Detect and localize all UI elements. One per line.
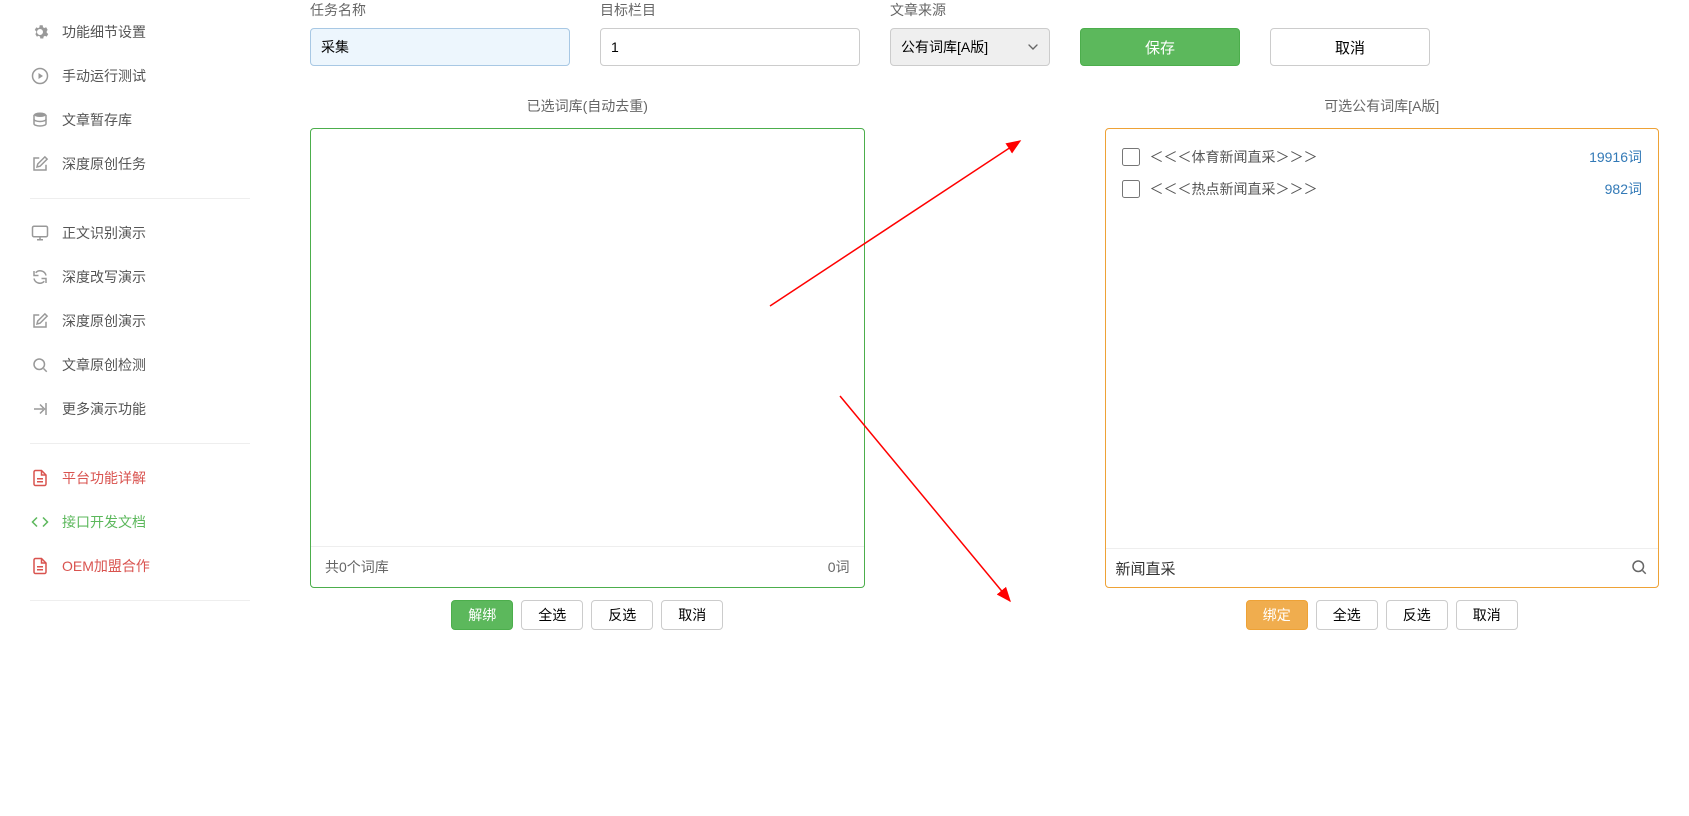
available-panel-title: 可选公有词库[A版] — [1324, 96, 1439, 116]
sidebar-item-label: 深度原创演示 — [62, 311, 146, 331]
task-name-label: 任务名称 — [310, 0, 570, 20]
available-button-row: 绑定 全选 反选 取消 — [1246, 600, 1518, 630]
target-column-group: 目标栏目 — [600, 0, 860, 66]
play-icon — [30, 66, 50, 86]
search-icon[interactable] — [1630, 558, 1648, 579]
refresh-icon — [30, 267, 50, 287]
source-group: 文章来源 公有词库[A版] — [890, 0, 1050, 66]
cancel-sel-button[interactable]: 取消 — [661, 600, 723, 630]
sidebar-item-label: 深度原创任务 — [62, 154, 146, 174]
file-icon — [30, 556, 50, 576]
available-panel-body: ＜＜＜体育新闻直采＞＞＞ 19916词 ＜＜＜热点新闻直采＞＞＞ 982词 — [1106, 129, 1659, 548]
divider — [30, 198, 250, 199]
selected-words-label: 0词 — [828, 557, 850, 577]
sidebar-item-label: 手动运行测试 — [62, 66, 146, 86]
sidebar-item-label: 接口开发文档 — [62, 512, 146, 532]
selected-panel-footer: 共0个词库 0词 — [311, 546, 864, 587]
lib-item[interactable]: ＜＜＜体育新闻直采＞＞＞ 19916词 — [1118, 141, 1647, 173]
sidebar-item-rewrite-demo[interactable]: 深度改写演示 — [30, 255, 250, 299]
share-icon — [30, 399, 50, 419]
gear-icon — [30, 22, 50, 42]
divider — [30, 443, 250, 444]
lib-item[interactable]: ＜＜＜热点新闻直采＞＞＞ 982词 — [1118, 173, 1647, 205]
code-icon — [30, 512, 50, 532]
panels-wrap: 已选词库(自动去重) 共0个词库 0词 解绑 全选 反选 取消 可选公有词库[A… — [310, 96, 1659, 630]
sidebar-item-oem[interactable]: OEM加盟合作 — [30, 544, 250, 588]
search-icon — [30, 355, 50, 375]
sidebar-item-api-docs[interactable]: 接口开发文档 — [30, 500, 250, 544]
target-column-label: 目标栏目 — [600, 0, 860, 20]
invert-button[interactable]: 反选 — [591, 600, 653, 630]
sidebar-item-manual-run[interactable]: 手动运行测试 — [30, 54, 250, 98]
lib-name: ＜＜＜体育新闻直采＞＞＞ — [1150, 147, 1590, 167]
sidebar-item-label: 文章暂存库 — [62, 110, 132, 130]
sidebar-item-deep-original-task[interactable]: 深度原创任务 — [30, 142, 250, 186]
target-column-input[interactable] — [600, 28, 860, 66]
selected-button-row: 解绑 全选 反选 取消 — [451, 600, 723, 630]
lib-count: 982词 — [1605, 179, 1642, 199]
edit-icon — [30, 154, 50, 174]
sidebar-item-more-demo[interactable]: 更多演示功能 — [30, 387, 250, 431]
available-libs-panel: 可选公有词库[A版] ＜＜＜体育新闻直采＞＞＞ 19916词 ＜＜＜热点新闻直采… — [1105, 96, 1660, 630]
unbind-button[interactable]: 解绑 — [451, 600, 513, 630]
select-all-button[interactable]: 全选 — [521, 600, 583, 630]
task-name-input[interactable] — [310, 28, 570, 66]
lib-search-input[interactable] — [1116, 549, 1631, 587]
lib-checkbox[interactable] — [1122, 180, 1140, 198]
sidebar-item-body-demo[interactable]: 正文识别演示 — [30, 211, 250, 255]
selected-libs-panel: 已选词库(自动去重) 共0个词库 0词 解绑 全选 反选 取消 — [310, 96, 865, 630]
lib-count: 19916词 — [1589, 147, 1642, 167]
available-panel-footer — [1106, 548, 1659, 587]
task-name-group: 任务名称 — [310, 0, 570, 66]
sidebar-item-label: 深度改写演示 — [62, 267, 146, 287]
selected-panel-box: 共0个词库 0词 — [310, 128, 865, 588]
lib-checkbox[interactable] — [1122, 148, 1140, 166]
selected-count-label: 共0个词库 — [325, 557, 389, 577]
bind-button[interactable]: 绑定 — [1246, 600, 1308, 630]
main-content: 任务名称 目标栏目 文章来源 公有词库[A版] 保存 取消 已选词库(自动去重) — [280, 0, 1689, 630]
sidebar-item-label: 功能细节设置 — [62, 22, 146, 42]
sidebar-item-plagiarism-check[interactable]: 文章原创检测 — [30, 343, 250, 387]
sidebar: 功能细节设置 手动运行测试 文章暂存库 深度原创任务 正文识别演示 — [0, 0, 280, 630]
sidebar-item-label: 更多演示功能 — [62, 399, 146, 419]
sidebar-item-label: OEM加盟合作 — [62, 556, 150, 576]
sidebar-item-platform-docs[interactable]: 平台功能详解 — [30, 456, 250, 500]
source-select[interactable]: 公有词库[A版] — [890, 28, 1050, 66]
lib-name: ＜＜＜热点新闻直采＞＞＞ — [1150, 179, 1605, 199]
file-icon — [30, 468, 50, 488]
available-panel-box: ＜＜＜体育新闻直采＞＞＞ 19916词 ＜＜＜热点新闻直采＞＞＞ 982词 — [1105, 128, 1660, 588]
source-label: 文章来源 — [890, 0, 1050, 20]
sidebar-item-label: 正文识别演示 — [62, 223, 146, 243]
cancel-avail-button[interactable]: 取消 — [1456, 600, 1518, 630]
select-all-button[interactable]: 全选 — [1316, 600, 1378, 630]
selected-panel-body — [311, 129, 864, 546]
form-row: 任务名称 目标栏目 文章来源 公有词库[A版] 保存 取消 — [310, 0, 1659, 66]
invert-button[interactable]: 反选 — [1386, 600, 1448, 630]
edit-icon — [30, 311, 50, 331]
selected-panel-title: 已选词库(自动去重) — [527, 96, 648, 116]
sidebar-item-settings[interactable]: 功能细节设置 — [30, 10, 250, 54]
sidebar-item-article-storage[interactable]: 文章暂存库 — [30, 98, 250, 142]
sidebar-item-label: 平台功能详解 — [62, 468, 146, 488]
database-icon — [30, 110, 50, 130]
cancel-button[interactable]: 取消 — [1270, 28, 1430, 66]
sidebar-item-original-demo[interactable]: 深度原创演示 — [30, 299, 250, 343]
save-button[interactable]: 保存 — [1080, 28, 1240, 66]
sidebar-item-label: 文章原创检测 — [62, 355, 146, 375]
divider — [30, 600, 250, 601]
monitor-icon — [30, 223, 50, 243]
